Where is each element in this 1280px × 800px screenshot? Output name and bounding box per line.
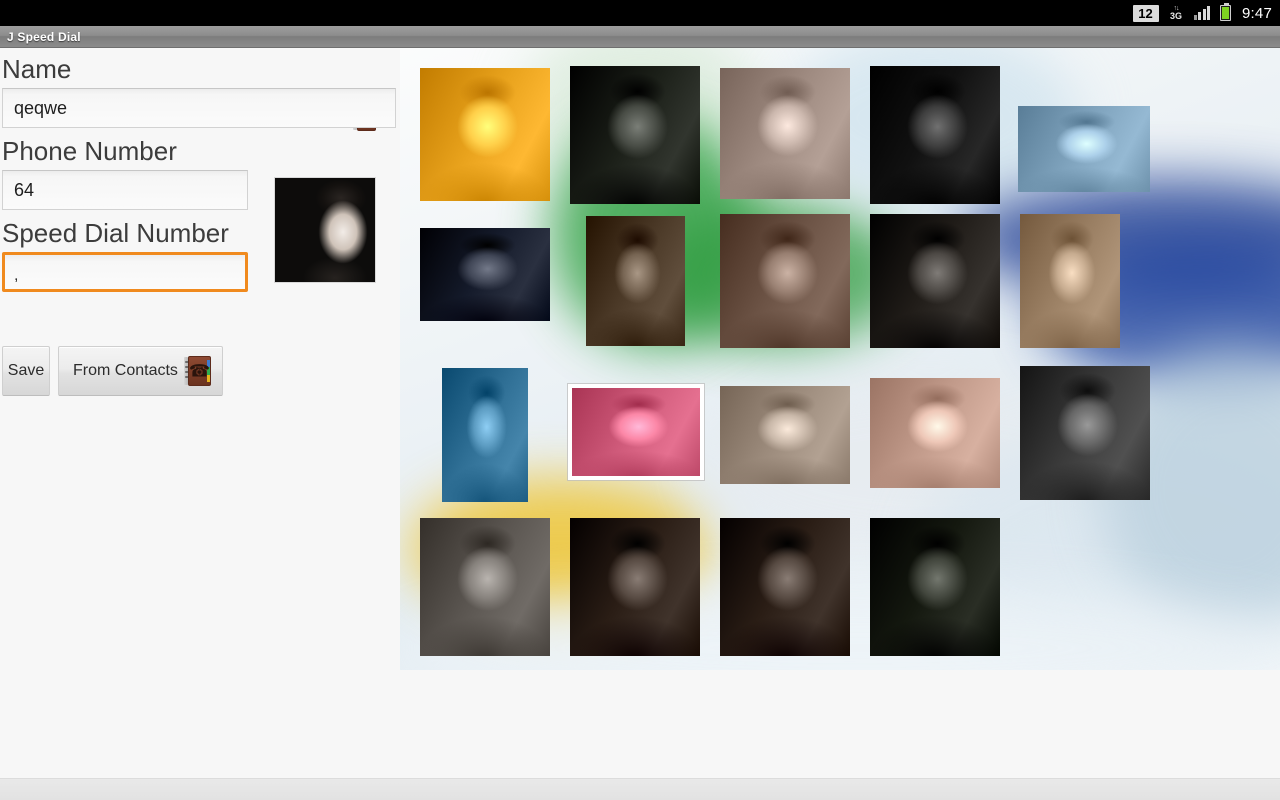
photo-image	[420, 228, 550, 321]
photo-man-night-lights[interactable]	[420, 228, 550, 321]
signal-bars-icon	[1193, 6, 1210, 20]
contact-form-panel: Name ☎ qeqwe Phone Number 64 Speed	[0, 48, 400, 800]
photo-image	[572, 388, 700, 476]
book-cover: ☎	[187, 356, 211, 386]
photo-elderly-sepia[interactable]	[586, 216, 685, 346]
photo-man-dark-suit-a[interactable]	[570, 518, 700, 656]
photo-man-glasses-bw[interactable]	[1020, 366, 1150, 500]
form-button-row: Save From Contacts ☎	[2, 346, 223, 396]
photo-man-shouting-sunburst[interactable]	[420, 68, 550, 201]
name-input[interactable]: qeqwe	[2, 88, 396, 128]
photo-image	[720, 518, 850, 656]
app-title: J Speed Dial	[7, 29, 81, 44]
phone-number-label: Phone Number	[2, 136, 177, 166]
notification-count-badge: 12	[1132, 4, 1159, 22]
network-type-label: 3G	[1169, 11, 1182, 21]
photo-image	[570, 518, 700, 656]
speed-dial-number-input[interactable]: ,	[2, 252, 248, 292]
speed-dial-number-value: ,	[14, 267, 19, 284]
photo-image	[420, 518, 550, 656]
title-bar: J Speed Dial	[0, 26, 1280, 48]
network-3g-icon: ↑↓ 3G	[1168, 4, 1185, 22]
phone-number-value: 64	[14, 179, 35, 200]
photo-image	[420, 68, 550, 201]
photo-image	[720, 68, 850, 199]
photo-baby-pink-scarf[interactable]	[572, 388, 700, 476]
bottom-bar	[0, 778, 1280, 800]
photo-image	[1020, 214, 1120, 348]
speed-dial-number-label: Speed Dial Number	[2, 218, 229, 248]
name-label: Name	[2, 54, 72, 84]
photo-man-dark-suit-b[interactable]	[720, 518, 850, 656]
photo-man-sunglasses-beach[interactable]	[1018, 106, 1150, 192]
photo-woman-indoor[interactable]	[720, 386, 850, 484]
photo-image	[870, 378, 1000, 488]
address-book-icon: ☎	[183, 356, 214, 386]
photo-baby-blue-eyes[interactable]	[870, 378, 1000, 488]
phone-number-input[interactable]: 64	[2, 170, 248, 210]
photo-image	[720, 214, 850, 348]
photo-image	[1020, 366, 1150, 500]
photo-man-profile-dark[interactable]	[570, 66, 700, 204]
from-contacts-button[interactable]: From Contacts ☎	[58, 346, 223, 396]
avatar-image	[275, 178, 375, 282]
app-root: 12 ↑↓ 3G 9:47 J Speed Dial Name ☎	[0, 0, 1280, 800]
photo-picker-grid[interactable]	[400, 48, 1280, 670]
photo-image	[1018, 106, 1150, 192]
photo-thumbnail-list	[400, 48, 1280, 670]
name-input-value: qeqwe	[14, 97, 68, 118]
photo-man-green-light[interactable]	[870, 518, 1000, 656]
photo-girl-green-eyes[interactable]	[1020, 214, 1120, 348]
save-button[interactable]: Save	[2, 346, 50, 396]
clock-time: 9:47	[1242, 4, 1272, 22]
phone-handset-glyph: ☎	[188, 361, 211, 381]
photo-image	[720, 386, 850, 484]
photo-man-bw-portrait[interactable]	[870, 66, 1000, 204]
photo-older-man-suit[interactable]	[420, 518, 550, 656]
photo-girl-with-flower[interactable]	[720, 214, 850, 348]
photo-image	[870, 518, 1000, 656]
photo-woman-glasses[interactable]	[720, 68, 850, 199]
photo-young-man-profile[interactable]	[870, 214, 1000, 348]
status-bar: 12 ↑↓ 3G 9:47	[0, 0, 1280, 26]
battery-icon	[1220, 2, 1231, 21]
from-contacts-button-label: From Contacts	[73, 362, 178, 379]
photo-woman-blue-veil[interactable]	[442, 368, 528, 502]
avatar-preview[interactable]	[275, 178, 375, 282]
photo-image	[870, 214, 1000, 348]
save-button-label: Save	[7, 362, 45, 379]
photo-image	[586, 216, 685, 346]
photo-image	[570, 66, 700, 204]
photo-image	[442, 368, 528, 502]
photo-image	[870, 66, 1000, 204]
